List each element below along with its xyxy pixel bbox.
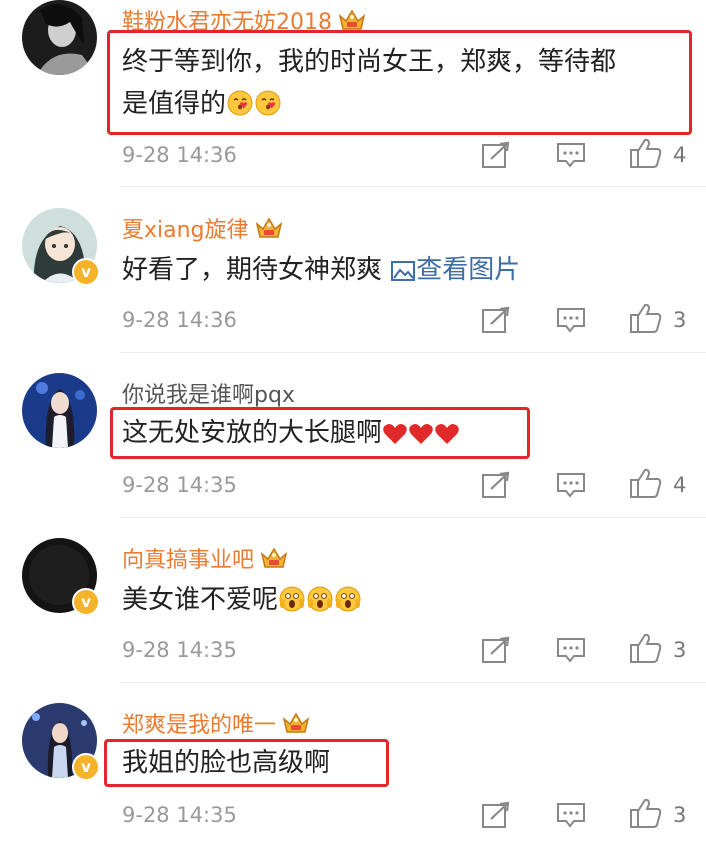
username[interactable]: 郑爽是我的唯一	[122, 707, 310, 739]
username[interactable]: 向真搞事业吧	[122, 542, 288, 574]
thumbs-up-icon[interactable]	[629, 302, 663, 334]
username[interactable]: 你说我是谁啊pqx	[122, 377, 295, 409]
thumbs-up-icon[interactable]	[629, 137, 663, 169]
thumbs-up-icon[interactable]	[629, 467, 663, 499]
repost-icon[interactable]	[481, 636, 511, 664]
red-heart-emoji	[409, 424, 433, 444]
like-count: 3	[673, 803, 687, 827]
divider	[120, 186, 706, 187]
verified-v-icon: v	[72, 753, 100, 781]
red-heart-emoji	[383, 424, 407, 444]
divider	[120, 517, 706, 518]
comment-item: 你说我是谁啊pqx 这无处安放的大长腿啊 9-28 14:35 4	[0, 365, 706, 530]
crown-vip-icon	[260, 547, 288, 568]
verified-v-icon: v	[72, 588, 100, 616]
like-count: 4	[673, 143, 687, 167]
like-count: 3	[673, 308, 687, 332]
comment-icon[interactable]	[556, 637, 586, 663]
username[interactable]: 夏xiang旋律	[122, 212, 283, 244]
crown-vip-icon	[338, 9, 366, 30]
thumbs-up-icon[interactable]	[629, 797, 663, 829]
comment-icon[interactable]	[556, 307, 586, 333]
thumbs-up-icon[interactable]	[629, 632, 663, 664]
timestamp: 9-28 14:36	[122, 308, 237, 332]
red-heart-emoji	[435, 424, 459, 444]
avatar[interactable]	[22, 0, 97, 75]
comment-item: 鞋粉水君亦无妨2018 终于等到你，我的时尚女王，郑爽，等待都 是值得的 9-2…	[0, 0, 706, 168]
view-image-link[interactable]: 查看图片	[390, 255, 520, 285]
kiss-face-emoji	[255, 90, 281, 116]
screaming-face-emoji	[335, 586, 361, 612]
comment-text: 好看了，期待女神郑爽 查看图片	[122, 255, 521, 285]
divider	[120, 682, 706, 683]
comment-item: v 夏xiang旋律 好看了，期待女神郑爽 查看图片 9-28 14:36 3	[0, 200, 706, 365]
comment-item: v 向真搞事业吧 美女谁不爱呢 9-28 14:35 3	[0, 530, 706, 695]
screaming-face-emoji	[279, 586, 305, 612]
verified-v-icon: v	[72, 258, 100, 286]
image-icon	[391, 261, 416, 281]
screaming-face-emoji	[307, 586, 333, 612]
like-count: 3	[673, 638, 687, 662]
comment-icon[interactable]	[556, 802, 586, 828]
comment-text: 美女谁不爱呢	[122, 580, 362, 620]
like-count: 4	[673, 473, 687, 497]
comment-text: 我姐的脸也高级啊	[122, 748, 331, 778]
comment-item: v 郑爽是我的唯一 我姐的脸也高级啊 9-28 14:35 3	[0, 695, 706, 860]
comment-text: 这无处安放的大长腿啊	[122, 413, 460, 453]
repost-icon[interactable]	[481, 801, 511, 829]
timestamp: 9-28 14:35	[122, 473, 237, 497]
comment-text: 终于等到你，我的时尚女王，郑爽，等待都	[122, 47, 617, 77]
divider	[120, 352, 706, 353]
crown-vip-icon	[282, 712, 310, 733]
timestamp: 9-28 14:36	[122, 143, 237, 167]
crown-vip-icon	[255, 217, 282, 238]
timestamp: 9-28 14:35	[122, 803, 237, 827]
repost-icon[interactable]	[481, 306, 511, 334]
repost-icon[interactable]	[481, 141, 511, 169]
timestamp: 9-28 14:35	[122, 638, 237, 662]
comment-icon[interactable]	[556, 472, 586, 498]
repost-icon[interactable]	[481, 471, 511, 499]
comment-icon[interactable]	[556, 142, 586, 168]
kiss-face-emoji	[227, 90, 253, 116]
comment-text: 是值得的	[122, 84, 282, 124]
avatar[interactable]	[22, 373, 97, 448]
